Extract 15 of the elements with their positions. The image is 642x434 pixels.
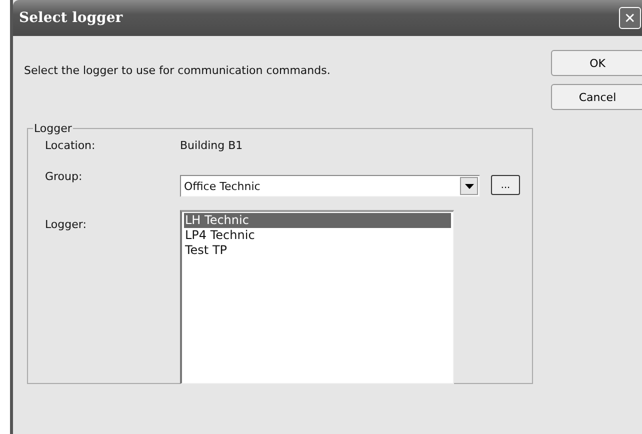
logger-list-item[interactable]: LH Technic bbox=[184, 213, 451, 228]
cancel-button[interactable]: Cancel bbox=[551, 84, 642, 110]
logger-list-item[interactable]: LP4 Technic bbox=[184, 228, 451, 243]
window-title: Select logger bbox=[18, 10, 123, 26]
group-dropdown[interactable]: Office Technic bbox=[180, 175, 480, 197]
logger-label: Logger: bbox=[45, 218, 88, 231]
location-value: Building B1 bbox=[180, 139, 243, 152]
group-box-legend: Logger bbox=[33, 122, 73, 135]
group-label: Group: bbox=[45, 170, 84, 183]
browse-button[interactable]: ... bbox=[491, 175, 520, 195]
location-label: Location: bbox=[45, 139, 96, 152]
ok-button[interactable]: OK bbox=[551, 50, 642, 76]
logger-list-item[interactable]: Test TP bbox=[184, 243, 451, 258]
instruction-text: Select the logger to use for communication commands. bbox=[24, 64, 332, 77]
close-button[interactable]: ✕ bbox=[619, 7, 641, 29]
